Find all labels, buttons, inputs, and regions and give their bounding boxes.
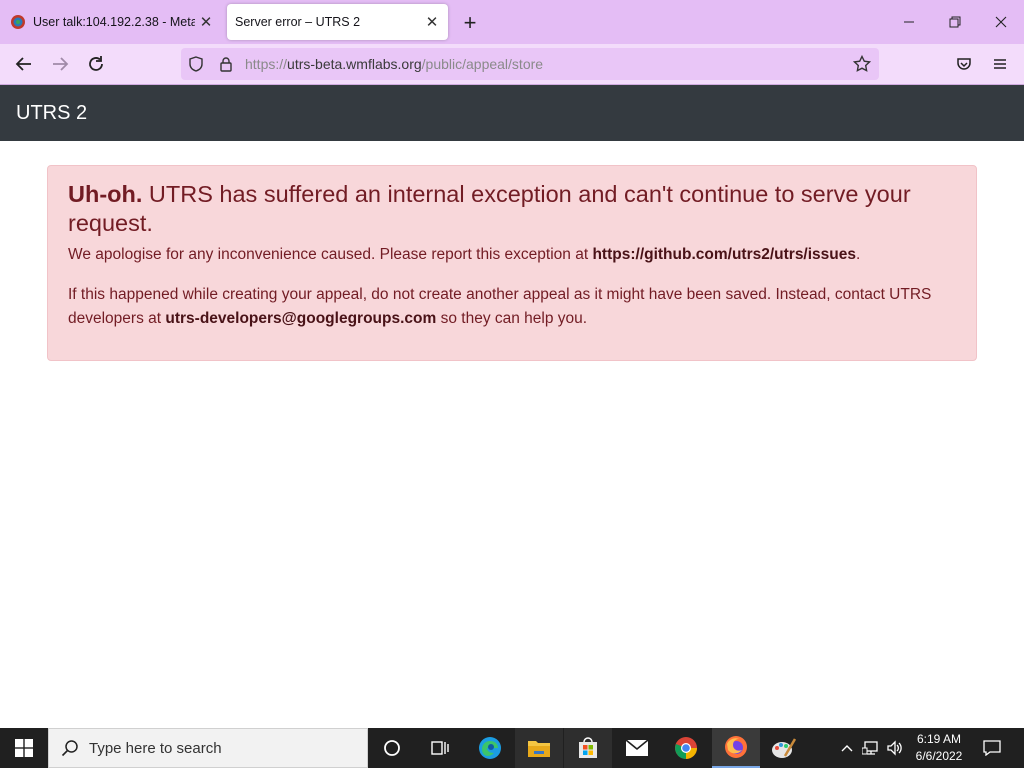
app-menu-button[interactable]	[985, 49, 1015, 79]
close-tab-icon[interactable]: ✕	[195, 11, 217, 33]
bookmark-star-icon[interactable]	[847, 49, 877, 79]
developers-email: utrs-developers@googlegroups.com	[165, 310, 437, 327]
edge-icon[interactable]	[466, 728, 514, 768]
show-hidden-icons-chevron-icon[interactable]	[836, 728, 858, 768]
issues-link: https://github.com/utrs2/utrs/issues	[592, 246, 856, 263]
minimize-button[interactable]	[886, 0, 932, 44]
contact-end: so they can help you.	[440, 310, 588, 327]
chrome-icon[interactable]	[662, 728, 710, 768]
address-bar[interactable]: https://utrs-beta.wmflabs.org/public/app…	[181, 48, 879, 80]
reload-icon	[89, 56, 103, 71]
paint-icon[interactable]	[760, 728, 808, 768]
tracking-protection-shield-icon[interactable]	[181, 49, 211, 79]
tab-user-talk[interactable]: User talk:104.192.2.38 - Meta ✕	[0, 4, 222, 40]
new-tab-button[interactable]: +	[456, 9, 484, 37]
url-scheme: https://	[245, 56, 288, 72]
tab-title: User talk:104.192.2.38 - Meta	[33, 15, 195, 29]
url-text[interactable]: https://utrs-beta.wmflabs.org/public/app…	[241, 56, 847, 72]
clock-time: 6:19 AM	[916, 732, 962, 746]
site-brand[interactable]: UTRS 2	[16, 102, 87, 125]
cortana-icon[interactable]	[368, 728, 416, 768]
lock-icon[interactable]	[211, 49, 241, 79]
pocket-icon	[957, 58, 971, 70]
close-tab-icon[interactable]: ✕	[421, 11, 443, 33]
alert-heading: Uh-oh. UTRS has suffered an internal exc…	[68, 180, 956, 238]
search-icon	[61, 740, 78, 757]
action-center-notification-icon[interactable]	[976, 728, 1008, 768]
mail-icon[interactable]	[613, 728, 661, 768]
tab-server-error[interactable]: Server error – UTRS 2 ✕	[227, 4, 448, 40]
close-window-button[interactable]	[978, 0, 1024, 44]
taskbar-search-box[interactable]: Type here to search	[48, 728, 368, 768]
windows-taskbar: Type here to search 6:19 AM 6/6/2022	[0, 728, 1024, 768]
store-icon[interactable]	[564, 728, 612, 768]
error-alert: Uh-oh. UTRS has suffered an internal exc…	[47, 165, 977, 361]
wikimedia-favicon-icon	[10, 14, 26, 30]
report-end: .	[856, 246, 861, 263]
network-icon[interactable]	[860, 728, 882, 768]
back-arrow-icon	[15, 57, 31, 71]
restore-button[interactable]	[932, 0, 978, 44]
pocket-button[interactable]	[949, 49, 979, 79]
report-text: We apologise for any inconvenience cause…	[68, 246, 589, 263]
back-button[interactable]	[9, 49, 39, 79]
tab-title: Server error – UTRS 2	[235, 15, 361, 29]
windows-logo-icon	[15, 739, 33, 757]
alert-paragraph-contact: If this happened while creating your app…	[68, 283, 956, 331]
url-host: utrs-beta.wmflabs.org	[287, 56, 422, 72]
browser-toolbar: https://utrs-beta.wmflabs.org/public/app…	[0, 44, 1024, 85]
file-explorer-icon[interactable]	[515, 728, 563, 768]
search-placeholder: Type here to search	[89, 739, 222, 757]
alert-heading-text: UTRS has suffered an internal exception …	[68, 181, 911, 236]
alert-heading-strong: Uh-oh.	[68, 181, 143, 207]
reload-button[interactable]	[81, 49, 111, 79]
site-navbar: UTRS 2	[0, 85, 1024, 141]
hamburger-menu-icon	[994, 59, 1006, 69]
clock-date: 6/6/2022	[915, 749, 963, 763]
taskbar-clock[interactable]: 6:19 AM 6/6/2022	[908, 731, 970, 765]
task-view-icon[interactable]	[416, 728, 464, 768]
volume-icon[interactable]	[884, 728, 906, 768]
alert-paragraph-report: We apologise for any inconvenience cause…	[68, 243, 956, 267]
firefox-icon[interactable]	[712, 728, 760, 768]
forward-arrow-icon	[53, 57, 69, 71]
url-path: /public/appeal/store	[421, 56, 544, 72]
forward-button[interactable]	[45, 49, 75, 79]
browser-tab-strip: User talk:104.192.2.38 - Meta ✕ Server e…	[0, 0, 1024, 44]
start-button[interactable]	[0, 728, 48, 768]
